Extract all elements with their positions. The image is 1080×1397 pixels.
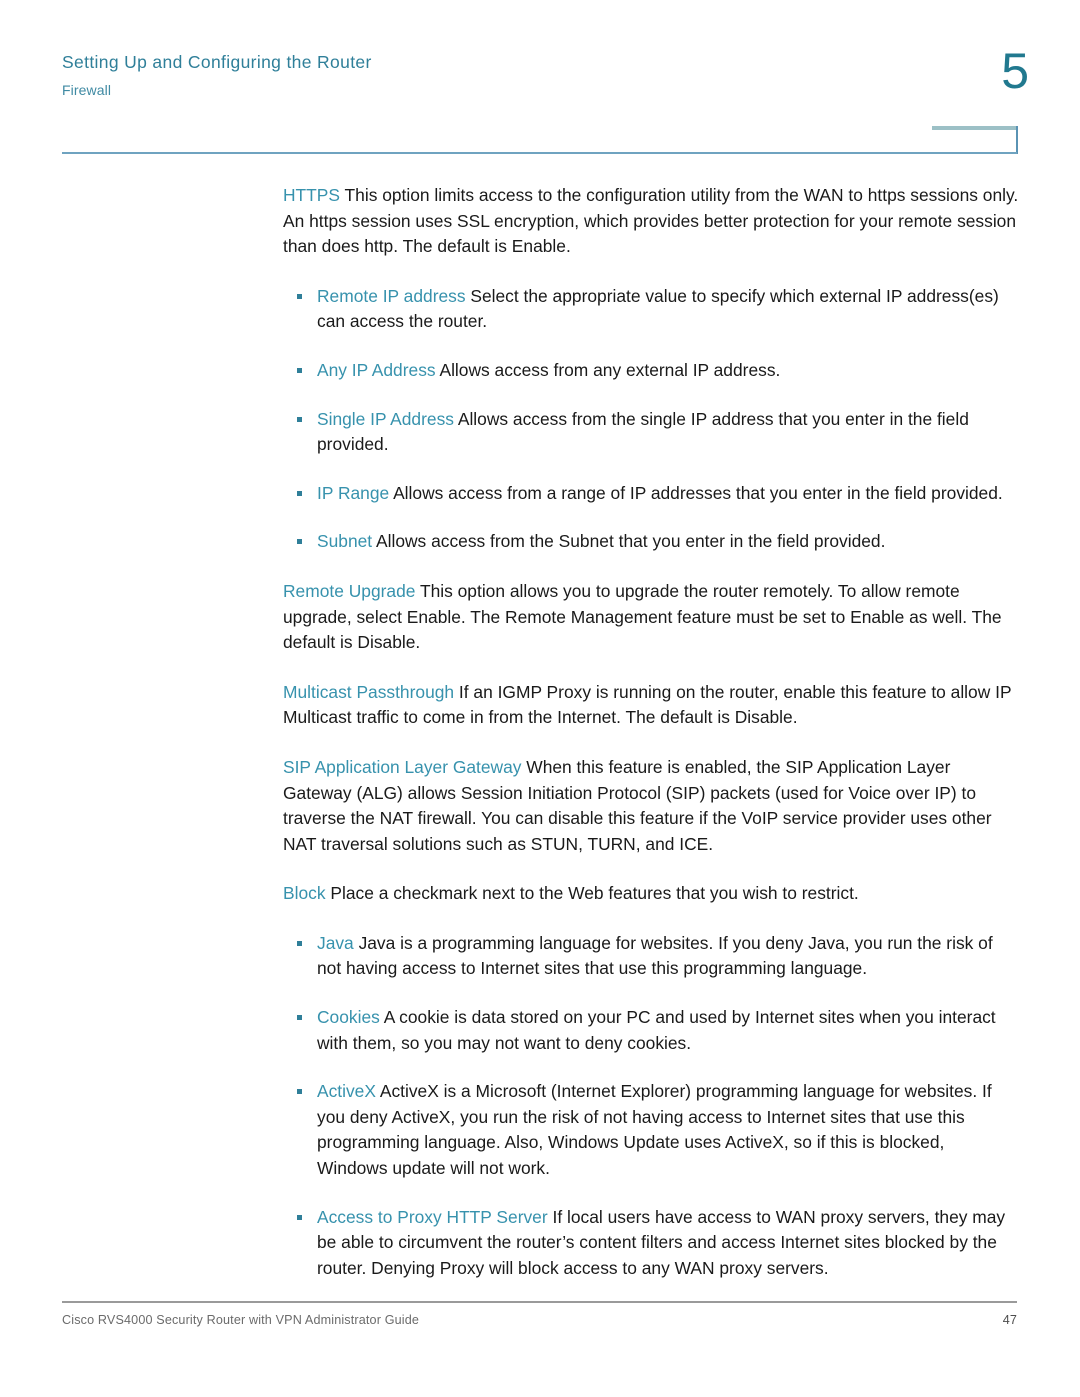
paragraph-https-text: This option limits access to the configu… bbox=[283, 185, 1019, 257]
list-item-term: Java bbox=[317, 932, 354, 953]
chapter-box-right-rule bbox=[1016, 126, 1018, 154]
list-item-term: Subnet bbox=[317, 531, 373, 552]
paragraph-multicast-passthrough: Multicast Passthrough If an IGMP Proxy i… bbox=[283, 680, 1019, 731]
page-body: HTTPS This option limits access to the c… bbox=[283, 183, 1019, 1305]
list-item: Cookies A cookie is data stored on your … bbox=[283, 1005, 1019, 1056]
term-block: Block bbox=[283, 883, 326, 904]
bullet-marker-icon bbox=[297, 367, 302, 373]
bullet-marker-icon bbox=[297, 293, 302, 299]
list-item: Any IP Address Allows access from any ex… bbox=[283, 358, 1019, 384]
list-item: Access to Proxy HTTP Server If local use… bbox=[283, 1205, 1019, 1282]
paragraph-block: Block Place a checkmark next to the Web … bbox=[283, 881, 1019, 907]
footer-divider-rule bbox=[62, 1301, 1017, 1303]
list-item-term: Any IP Address bbox=[317, 359, 436, 380]
chapter-number: 5 bbox=[1001, 43, 1029, 99]
list-item-term: Access to Proxy HTTP Server bbox=[317, 1206, 548, 1227]
list-item: IP Range Allows access from a range of I… bbox=[283, 481, 1019, 507]
page-footer: Cisco RVS4000 Security Router with VPN A… bbox=[62, 1313, 1017, 1327]
bullet-marker-icon bbox=[297, 539, 302, 545]
bullet-marker-icon bbox=[297, 1214, 302, 1220]
list-item: Single IP Address Allows access from the… bbox=[283, 407, 1019, 458]
list-item-term: Remote IP address bbox=[317, 285, 466, 306]
paragraph-https: HTTPS This option limits access to the c… bbox=[283, 183, 1019, 260]
bullet-marker-icon bbox=[297, 416, 302, 422]
list-item-text: Allows access from a range of IP address… bbox=[389, 482, 1003, 503]
term-https: HTTPS bbox=[283, 185, 341, 205]
list-item: ActiveX ActiveX is a Microsoft (Internet… bbox=[283, 1079, 1019, 1181]
page-header: Setting Up and Configuring the Router Fi… bbox=[62, 52, 1018, 98]
bullet-list-remote-ip: Remote IP address Select the appropriate… bbox=[283, 284, 1019, 555]
paragraph-block-text: Place a checkmark next to the Web featur… bbox=[325, 883, 859, 904]
bullet-marker-icon bbox=[297, 940, 302, 946]
list-item: Java Java is a programming language for … bbox=[283, 931, 1019, 982]
list-item-text: Java is a programming language for websi… bbox=[317, 932, 993, 979]
list-item-term: Single IP Address bbox=[317, 408, 454, 429]
header-divider-rule bbox=[62, 152, 1017, 154]
header-chapter-title: Setting Up and Configuring the Router bbox=[62, 52, 372, 72]
list-item-term: Cookies bbox=[317, 1007, 380, 1028]
bullet-marker-icon bbox=[297, 1015, 302, 1021]
term-sip-alg: SIP Application Layer Gateway bbox=[283, 756, 522, 777]
paragraph-remote-upgrade: Remote Upgrade This option allows you to… bbox=[283, 579, 1019, 656]
list-item-text: Allows access from the Subnet that you e… bbox=[372, 531, 886, 552]
list-item: Remote IP address Select the appropriate… bbox=[283, 284, 1019, 335]
term-remote-upgrade: Remote Upgrade bbox=[283, 580, 416, 601]
term-multicast-passthrough: Multicast Passthrough bbox=[283, 681, 455, 702]
list-item-text: ActiveX is a Microsoft (Internet Explore… bbox=[317, 1081, 992, 1179]
footer-guide-title: Cisco RVS4000 Security Router with VPN A… bbox=[62, 1313, 420, 1327]
bullet-marker-icon bbox=[297, 1089, 302, 1095]
list-item: Subnet Allows access from the Subnet tha… bbox=[283, 529, 1019, 555]
bullet-list-block-features: Java Java is a programming language for … bbox=[283, 931, 1019, 1282]
list-item-term: ActiveX bbox=[317, 1081, 376, 1102]
list-item-text: Allows access from any external IP addre… bbox=[435, 359, 781, 380]
bullet-marker-icon bbox=[297, 490, 302, 496]
header-section-title: Firewall bbox=[62, 81, 112, 98]
footer-page-number: 47 bbox=[1002, 1313, 1017, 1327]
list-item-term: IP Range bbox=[317, 482, 390, 503]
paragraph-sip-alg: SIP Application Layer Gateway When this … bbox=[283, 755, 1019, 857]
list-item-text: A cookie is data stored on your PC and u… bbox=[317, 1007, 996, 1053]
document-page: Setting Up and Configuring the Router Fi… bbox=[0, 0, 1080, 1397]
chapter-box-top-rule bbox=[932, 126, 1017, 130]
